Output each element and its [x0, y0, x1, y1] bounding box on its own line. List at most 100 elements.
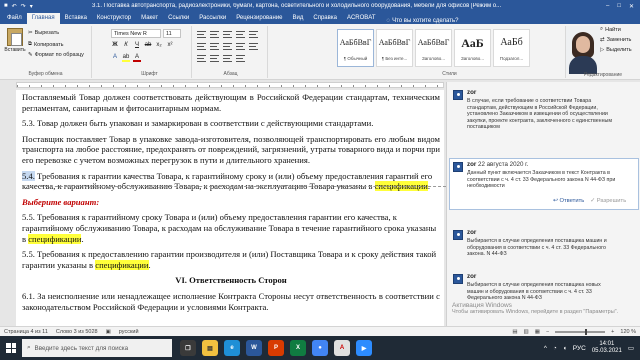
font-size-select[interactable]: 11 — [163, 29, 181, 38]
volume-icon[interactable]: ◖ — [563, 345, 567, 352]
increase-indent-icon[interactable] — [249, 31, 258, 38]
tab-help[interactable]: Справка — [308, 13, 342, 24]
tab-view[interactable]: Вид — [288, 13, 309, 24]
align-center-icon[interactable] — [210, 43, 219, 50]
bold-button[interactable]: Ж — [111, 42, 119, 48]
file-explorer-icon[interactable]: ▤ — [202, 340, 218, 356]
paragraph-5-5a[interactable]: 5.5. Требования к гарантийному сроку Тов… — [22, 212, 440, 244]
notifications-icon[interactable]: ▭ — [628, 344, 634, 352]
show-marks-icon[interactable] — [236, 55, 245, 62]
replace-button[interactable]: ⇄ Заменить — [600, 37, 632, 43]
shading-icon[interactable] — [197, 55, 206, 62]
clock[interactable]: 14:01 05.03.2021 — [592, 341, 622, 356]
zoom-out-icon[interactable]: − — [546, 329, 549, 335]
powerpoint-icon[interactable]: P — [268, 340, 284, 356]
customize-icon[interactable]: ▾ — [30, 3, 33, 10]
start-button[interactable] — [0, 336, 22, 360]
justify-icon[interactable] — [236, 43, 245, 50]
tab-insert[interactable]: Вставка — [60, 13, 92, 24]
ruler-bar[interactable] — [16, 82, 444, 88]
page-counter[interactable]: Страница 4 из 11 — [4, 329, 48, 335]
print-layout-icon[interactable]: ▦ — [535, 329, 540, 335]
bullets-icon[interactable] — [197, 31, 206, 38]
section-heading[interactable]: VI. Ответственность Сторон — [22, 275, 440, 286]
find-button[interactable]: ⌕ Найти — [600, 26, 632, 33]
paragraph-5-5b[interactable]: 5.5. Требования к предоставлению гаранти… — [22, 249, 440, 270]
word-counter[interactable]: Слово 3 из 5028 — [56, 329, 98, 335]
read-mode-icon[interactable]: ▥ — [524, 329, 529, 335]
selected-text[interactable]: 5.4. — [22, 170, 35, 181]
acrobat-icon[interactable]: A — [334, 340, 350, 356]
close-icon[interactable]: ✕ — [629, 3, 634, 10]
input-language[interactable]: РУС — [573, 345, 586, 352]
choose-variant[interactable]: Выберите вариант: — [22, 197, 440, 208]
tray-arrow-icon[interactable]: ^ — [544, 345, 547, 352]
style-normal[interactable]: АаБбВвГ ¶ Обычный — [337, 29, 374, 67]
tab-mailings[interactable]: Рассылки — [194, 13, 231, 24]
activation-subtitle: Чтобы активировать Windows, перейдите в … — [452, 309, 619, 315]
tab-references[interactable]: Ссылки — [163, 13, 194, 24]
task-view-icon[interactable]: ❐ — [180, 340, 196, 356]
focus-icon[interactable]: ▤ — [512, 329, 517, 335]
network-icon[interactable]: ◔ — [553, 345, 557, 352]
paragraph[interactable]: 5.3. Товар должен быть упакован и замарк… — [22, 118, 440, 129]
style-no-spacing[interactable]: АаБбВвГ ¶ Без инте... — [376, 29, 413, 67]
zoom-level[interactable]: 120 % — [620, 329, 636, 335]
proofing-icon[interactable]: ▣ — [106, 329, 111, 335]
select-button[interactable]: ▷ Выделить — [600, 47, 632, 53]
excel-icon[interactable]: X — [290, 340, 306, 356]
cut-button[interactable]: ✂ Вырезать — [28, 30, 59, 36]
font-color-icon[interactable]: A — [133, 54, 141, 62]
zoom-in-icon[interactable]: + — [611, 329, 614, 335]
document-page[interactable]: Поставляемый Товар должен соответствоват… — [16, 90, 444, 326]
style-heading-2[interactable]: АаБ Заголово... — [454, 29, 491, 67]
tab-acrobat[interactable]: ACROBAT — [342, 13, 381, 24]
tab-review[interactable]: Рецензирование — [231, 13, 287, 24]
paste-button[interactable]: Вставить — [4, 28, 26, 58]
style-heading-1[interactable]: АаБбВвГ Заголово... — [415, 29, 452, 67]
underline-button[interactable]: Ч — [133, 42, 141, 48]
zoom-app-icon[interactable]: ▶ — [356, 340, 372, 356]
multilevel-list-icon[interactable] — [223, 31, 232, 38]
chrome-icon[interactable]: ● — [312, 340, 328, 356]
superscript-icon[interactable]: x² — [166, 42, 174, 48]
tab-design[interactable]: Конструктор — [92, 13, 136, 24]
save-icon[interactable]: ■ — [4, 3, 8, 10]
paragraph[interactable]: 6.1. За неисполнение или ненадлежащее ис… — [22, 291, 440, 312]
align-left-icon[interactable] — [197, 43, 206, 50]
strikethrough-icon[interactable]: ab — [144, 42, 152, 48]
minimize-icon[interactable]: – — [606, 3, 609, 10]
italic-button[interactable]: К — [122, 42, 130, 48]
line-spacing-icon[interactable] — [249, 43, 258, 50]
copy-button[interactable]: ⧉ Копировать — [28, 41, 64, 48]
decrease-indent-icon[interactable] — [236, 31, 245, 38]
word-icon[interactable]: W — [246, 340, 262, 356]
text-effects-icon[interactable]: A — [111, 54, 119, 62]
undo-icon[interactable]: ↶ — [12, 3, 17, 10]
reply-button[interactable]: ↩ Ответить — [553, 198, 584, 205]
language-indicator[interactable]: русский — [119, 329, 139, 335]
taskbar-search[interactable]: ⌕ Введите здесь текст для поиска — [22, 339, 172, 357]
zoom-slider[interactable] — [555, 328, 606, 335]
paragraph[interactable]: Поставщик поставляет Товар в упаковке за… — [22, 134, 440, 166]
format-painter-button[interactable]: ✎ Формат по образцу — [28, 52, 84, 58]
highlight-color-icon[interactable]: ab — [122, 54, 130, 62]
sort-icon[interactable] — [223, 55, 232, 62]
style-subtitle[interactable]: АаБб Подзагол... — [493, 29, 530, 67]
subscript-icon[interactable]: x₂ — [155, 42, 163, 48]
redo-icon[interactable]: ↷ — [21, 3, 26, 10]
maximize-icon[interactable]: □ — [617, 3, 621, 10]
align-right-icon[interactable] — [223, 43, 232, 50]
paragraph[interactable]: Поставляемый Товар должен соответствоват… — [22, 92, 440, 113]
tab-home[interactable]: Главная — [26, 13, 60, 24]
resolve-button[interactable]: ✓ Разрешить — [590, 198, 626, 205]
numbering-icon[interactable] — [210, 31, 219, 38]
borders-icon[interactable] — [210, 55, 219, 62]
tab-layout[interactable]: Макет — [136, 13, 163, 24]
edge-icon[interactable]: e — [224, 340, 240, 356]
comment-author: zor — [467, 229, 477, 236]
font-name-select[interactable]: Times New R — [111, 29, 161, 38]
tab-file[interactable]: Файл — [2, 13, 27, 24]
document-body[interactable]: Поставляемый Товар должен соответствоват… — [22, 92, 440, 317]
paragraph-5-4[interactable]: 5.4. Требования к гарантии качества Това… — [22, 170, 440, 192]
